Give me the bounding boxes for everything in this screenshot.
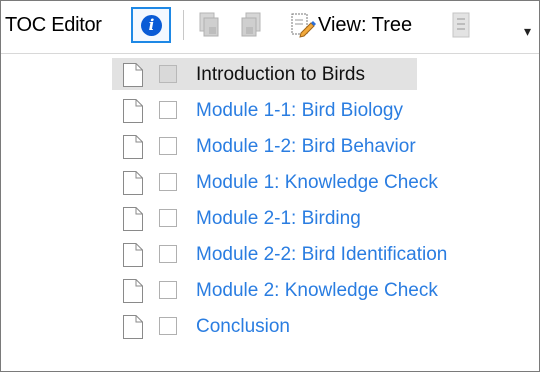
toc-item[interactable]: Module 2-1: Birding — [1, 201, 539, 235]
panel-title: TOC Editor — [5, 14, 102, 36]
toc-item-label: Module 1: Knowledge Check — [196, 172, 438, 193]
toc-item-label: Module 1-1: Bird Biology — [196, 100, 403, 121]
toc-item[interactable]: Module 2: Knowledge Check — [1, 273, 539, 307]
page-icon — [122, 314, 144, 345]
include-checkbox[interactable] — [159, 281, 177, 299]
toolbar: TOC Editor i View: Tree ▾ — [1, 1, 539, 54]
toc-item[interactable]: Module 1-2: Bird Behavior — [1, 129, 539, 163]
info-button[interactable]: i — [131, 7, 171, 43]
page-icon — [122, 242, 144, 273]
toc-item-label: Module 2: Knowledge Check — [196, 280, 438, 301]
toc-item-label: Introduction to Birds — [196, 64, 365, 85]
page-add-icon[interactable] — [195, 11, 223, 44]
page-add-disabled-icon[interactable] — [239, 11, 267, 44]
include-checkbox[interactable] — [159, 173, 177, 191]
toc-item[interactable]: Module 2-2: Bird Identification — [1, 237, 539, 271]
toc-item[interactable]: Module 1: Knowledge Check — [1, 165, 539, 199]
toolbar-overflow-icon[interactable]: ▾ — [524, 23, 531, 40]
include-checkbox[interactable] — [159, 209, 177, 227]
toc-item-label: Module 2-1: Birding — [196, 208, 361, 229]
include-checkbox[interactable] — [159, 65, 177, 83]
page-icon — [122, 98, 144, 129]
info-icon: i — [141, 15, 162, 36]
include-checkbox[interactable] — [159, 245, 177, 263]
toc-item-label: Module 1-2: Bird Behavior — [196, 136, 416, 157]
toc-item[interactable]: Conclusion — [1, 309, 539, 343]
page-icon — [122, 278, 144, 309]
page-icon — [122, 134, 144, 165]
toc-item[interactable]: Introduction to Birds — [1, 57, 539, 91]
include-checkbox[interactable] — [159, 101, 177, 119]
toolbar-divider — [183, 10, 184, 40]
toc-item[interactable]: Module 1-1: Bird Biology — [1, 93, 539, 127]
list-icon[interactable] — [449, 11, 473, 44]
page-icon — [122, 170, 144, 201]
page-icon — [122, 206, 144, 237]
toc-item-label: Conclusion — [196, 316, 290, 337]
toc-item-label: Module 2-2: Bird Identification — [196, 244, 448, 265]
page-icon — [122, 62, 144, 93]
edit-page-icon[interactable] — [289, 11, 317, 44]
toc-editor-panel: TOC Editor i View: Tree ▾ Introduction t… — [0, 0, 540, 372]
include-checkbox[interactable] — [159, 317, 177, 335]
view-mode-button[interactable]: View: Tree — [318, 14, 412, 37]
include-checkbox[interactable] — [159, 137, 177, 155]
